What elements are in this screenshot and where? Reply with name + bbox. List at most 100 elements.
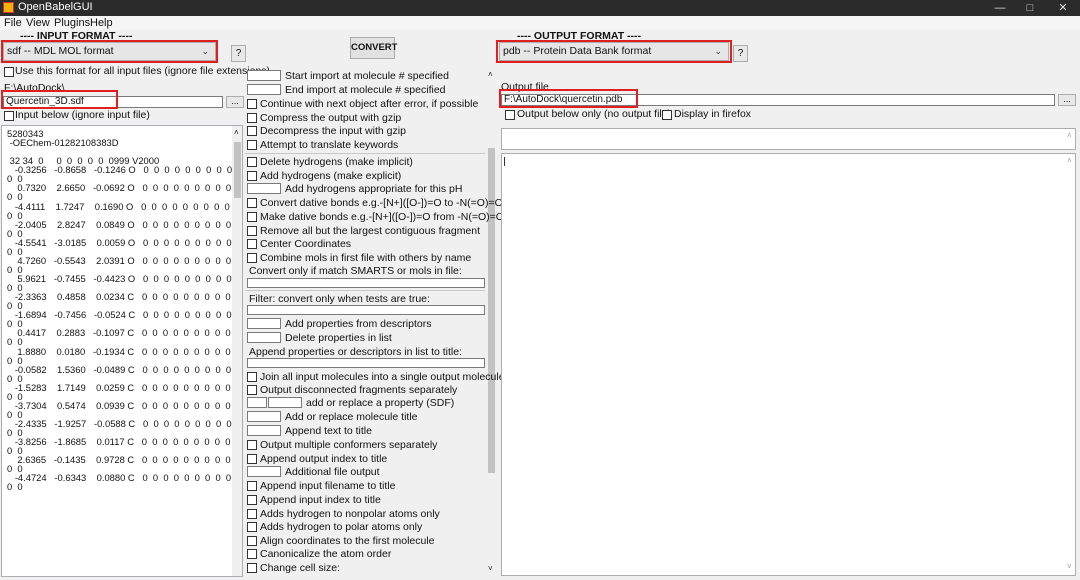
remove-fragment-label: Remove all but the largest contiguous fr… [260,225,481,237]
append-input-filename-checkbox[interactable] [247,481,257,491]
property-name-field[interactable] [247,397,267,408]
append-output-index-label: Append output index to title [260,453,388,465]
input-molecule-textarea[interactable]: 5280343 -OEChem-01282108383D 32 34 0 0 0… [1,125,243,577]
messages-scroll-up-icon[interactable]: ˄ [1067,131,1072,140]
h-polar-checkbox[interactable] [247,522,257,532]
input-format-help-button[interactable]: ? [231,45,246,62]
options-divider [245,153,485,154]
output-format-help-button[interactable]: ? [733,45,748,62]
output-messages-box[interactable]: ˄ [501,128,1076,150]
combine-mols-label: Combine mols in first file with others b… [260,252,472,264]
change-cell-checkbox[interactable] [247,563,257,573]
menu-view[interactable]: View [26,17,50,29]
input-browse-button[interactable]: ... [226,96,244,108]
multiple-conformers-checkbox[interactable] [247,440,257,450]
join-all-label: Join all input molecules into a single o… [260,371,505,383]
filter-field[interactable] [247,305,485,315]
delete-props-label: Delete properties in list [285,332,392,344]
display-firefox-checkbox[interactable] [662,110,672,120]
menu-bar: File View Plugins Help [0,16,1080,30]
end-import-label: End import at molecule # specified [285,84,446,96]
canonicalize-checkbox[interactable] [247,549,257,559]
decompress-gzip-checkbox[interactable] [247,126,257,136]
scroll-up-icon[interactable]: ˄ [234,128,239,137]
h-polar-label: Adds hydrogen to polar atoms only [260,521,423,533]
ph-field[interactable] [247,183,281,194]
append-props-label: Append properties or descriptors in list… [249,346,463,358]
molecule-title-field[interactable] [247,411,281,422]
add-h-label: Add hydrogens (make explicit) [260,170,402,182]
delete-h-checkbox[interactable] [247,157,257,167]
output-below-only-label: Output below only (no output file) [517,108,672,120]
dative-from-label: Make dative bonds e.g.-[N+]([O-])=O from… [260,211,504,223]
align-coords-checkbox[interactable] [247,536,257,546]
additional-output-field[interactable] [247,466,281,477]
combine-mols-checkbox[interactable] [247,253,257,263]
continue-error-checkbox[interactable] [247,99,257,109]
input-scrollbar[interactable]: ˄ [232,126,242,576]
filter-label: Filter: convert only when tests are true… [249,293,430,305]
add-props-field[interactable] [247,318,281,329]
change-cell-label: Change cell size: [260,562,340,574]
append-input-index-label: Append input index to title [260,494,381,506]
use-format-all-label: Use this format for all input files (ign… [15,65,271,77]
output-format-highlight [496,40,732,63]
dative-to-checkbox[interactable] [247,198,257,208]
output-scroll-down-icon[interactable]: ˅ [1067,562,1072,571]
add-replace-title-label: Add or replace molecule title [285,411,418,423]
h-nonpolar-checkbox[interactable] [247,509,257,519]
menu-help[interactable]: Help [90,17,113,29]
menu-file[interactable]: File [4,17,22,29]
input-below-checkbox[interactable] [4,111,14,121]
start-import-label: Start import at molecule # specified [285,70,449,82]
options-divider [245,290,485,291]
compress-gzip-checkbox[interactable] [247,113,257,123]
menu-plugins[interactable]: Plugins [54,17,90,29]
dative-from-checkbox[interactable] [247,212,257,222]
delete-props-field[interactable] [247,332,281,343]
output-text-area[interactable]: ˄ ˅ [501,153,1076,576]
add-h-checkbox[interactable] [247,171,257,181]
translate-keywords-label: Attempt to translate keywords [260,139,399,151]
maximize-icon[interactable]: □ [1015,0,1045,16]
append-input-index-checkbox[interactable] [247,495,257,505]
end-import-field[interactable] [247,84,281,95]
delete-h-label: Delete hydrogens (make implicit) [260,156,413,168]
canonicalize-label: Canonicalize the atom order [260,548,392,560]
input-file-highlight [1,90,118,109]
app-logo-icon [3,2,14,13]
add-props-label: Add properties from descriptors [285,318,432,330]
input-below-label: Input below (ignore input file) [15,109,150,121]
output-browse-button[interactable]: ... [1058,94,1076,106]
use-format-all-checkbox[interactable] [4,67,14,77]
close-icon[interactable]: ✕ [1048,0,1078,16]
title-bar: OpenBabelGUI — □ ✕ [0,0,1080,16]
smarts-field[interactable] [247,278,485,288]
center-coords-label: Center Coordinates [260,238,352,250]
start-import-field[interactable] [247,70,281,81]
convert-button[interactable]: CONVERT [350,37,397,59]
translate-keywords-checkbox[interactable] [247,140,257,150]
center-coords-checkbox[interactable] [247,239,257,249]
output-disconnected-label: Output disconnected fragments separately [260,384,458,396]
output-disconnected-checkbox[interactable] [247,385,257,395]
compress-gzip-label: Compress the output with gzip [260,112,402,124]
add-h-ph-label: Add hydrogens appropriate for this pH [285,183,463,195]
append-title-label: Append text to title [285,425,372,437]
input-scroll-thumb[interactable] [234,142,241,198]
minimize-icon[interactable]: — [985,0,1015,16]
output-scroll-up-icon[interactable]: ˄ [1067,156,1072,165]
property-value-field[interactable] [268,397,302,408]
options-scrollbar[interactable]: ˄ ˅ [486,68,498,576]
output-below-only-checkbox[interactable] [505,110,515,120]
input-format-highlight [1,40,218,63]
append-output-index-checkbox[interactable] [247,454,257,464]
h-nonpolar-label: Adds hydrogen to nonpolar atoms only [260,508,440,520]
options-scroll-up-icon[interactable]: ˄ [488,70,493,79]
join-all-checkbox[interactable] [247,372,257,382]
append-title-field[interactable] [247,425,281,436]
append-props-field[interactable] [247,358,485,368]
remove-fragment-checkbox[interactable] [247,226,257,236]
options-scroll-down-icon[interactable]: ˅ [488,564,493,573]
output-file-highlight [499,89,638,108]
